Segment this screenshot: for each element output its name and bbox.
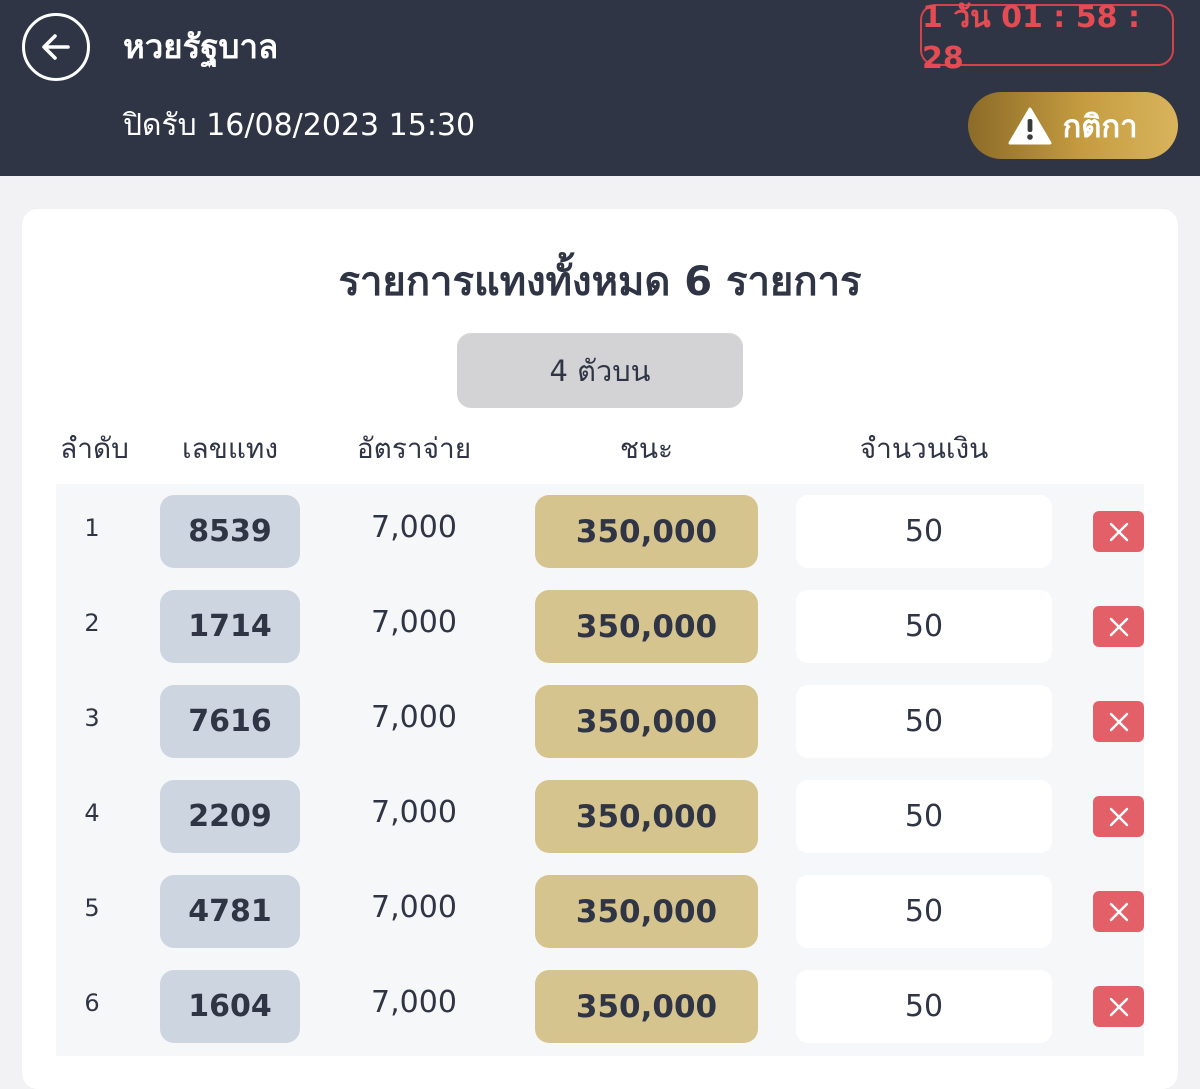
column-header-number: เลขแทง [181,432,279,465]
bet-number: 4781 [160,875,300,948]
payout-rate: 7,000 [371,700,457,735]
rules-label: กติกา [1062,108,1138,145]
row-index: 1 [84,514,100,542]
table-row: 4 2209 7,000 350,000 [22,769,1178,864]
page-title: หวยรัฐบาล [123,27,279,66]
bet-amount-input[interactable] [796,685,1052,758]
delete-row-button[interactable] [1093,891,1144,932]
bet-amount-input[interactable] [796,495,1052,568]
payout-rate: 7,000 [371,510,457,545]
column-header-amount: จำนวนเงิน [859,432,989,465]
delete-row-button[interactable] [1093,606,1144,647]
delete-row-button[interactable] [1093,701,1144,742]
close-icon [1109,712,1128,731]
bet-number: 1714 [160,590,300,663]
row-index: 5 [84,894,100,922]
close-icon [1109,902,1128,921]
bet-number: 7616 [160,685,300,758]
delete-row-button[interactable] [1093,796,1144,837]
row-index: 6 [84,989,100,1017]
delete-row-button[interactable] [1093,511,1144,552]
bet-amount-input[interactable] [796,970,1052,1043]
bet-list-title: รายการแทงทั้งหมด 6 รายการ [338,259,862,305]
bet-type-tab[interactable]: 4 ตัวบน [457,333,743,408]
bet-amount-input[interactable] [796,590,1052,663]
win-amount: 350,000 [535,970,758,1043]
win-amount: 350,000 [535,875,758,948]
payout-rate: 7,000 [371,605,457,640]
rules-button[interactable]: กติกา [968,92,1178,159]
close-icon [1109,807,1128,826]
bet-number: 1604 [160,970,300,1043]
table-row: 2 1714 7,000 350,000 [22,579,1178,674]
close-time-text: ปิดรับ 16/08/2023 15:30 [123,108,476,143]
column-header-index: ลำดับ [60,432,129,465]
bet-number: 2209 [160,780,300,853]
win-amount: 350,000 [535,590,758,663]
column-header-rate: อัตราจ่าย [356,432,472,465]
back-button[interactable] [22,13,90,81]
table-row: 5 4781 7,000 350,000 [22,864,1178,959]
payout-rate: 7,000 [371,795,457,830]
bet-amount-input[interactable] [796,780,1052,853]
payout-rate: 7,000 [371,985,457,1020]
top-bar: หวยรัฐบาล ปิดรับ 16/08/2023 15:30 1 วัน … [0,0,1200,176]
arrow-left-icon [42,34,70,60]
bet-list-card: รายการแทงทั้งหมด 6 รายการ 4 ตัวบน ลำดับ … [22,209,1178,1089]
win-amount: 350,000 [535,495,758,568]
win-amount: 350,000 [535,685,758,758]
table-row: 1 8539 7,000 350,000 [22,484,1178,579]
table-row: 6 1604 7,000 350,000 [22,959,1178,1054]
win-amount: 350,000 [535,780,758,853]
delete-row-button[interactable] [1093,986,1144,1027]
row-index: 3 [84,704,100,732]
close-icon [1109,617,1128,636]
row-index: 4 [84,799,100,827]
close-icon [1109,997,1128,1016]
column-header-win: ชนะ [619,432,674,465]
warning-icon [1008,107,1052,144]
countdown-timer: 1 วัน 01 : 58 : 28 [920,0,1174,76]
payout-rate: 7,000 [371,890,457,925]
bet-number: 8539 [160,495,300,568]
row-index: 2 [84,609,100,637]
table-row: 3 7616 7,000 350,000 [22,674,1178,769]
bet-amount-input[interactable] [796,875,1052,948]
close-icon [1109,522,1128,541]
